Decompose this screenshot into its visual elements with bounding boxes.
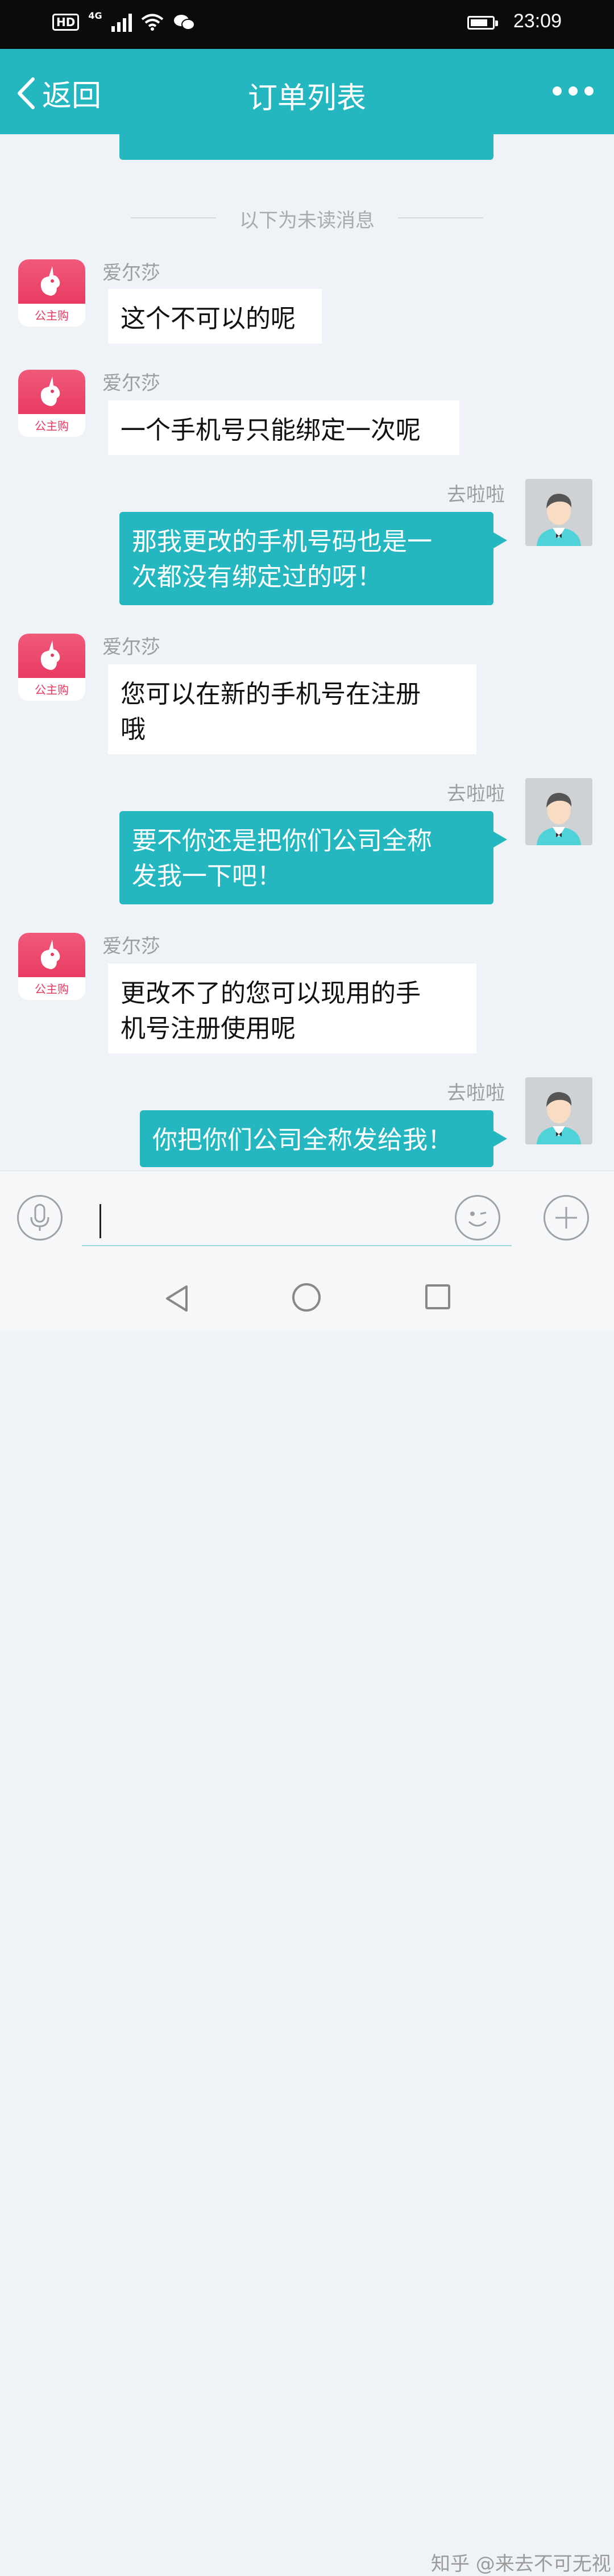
page-title: 订单列表 [247,81,366,115]
sender-name: 爱尔莎 [102,262,160,284]
more-actions-button[interactable] [544,1195,589,1241]
contact-avatar[interactable]: 公主购 [18,933,85,1000]
message-bubble[interactable]: 您可以在新的手机号在注册 哦 [108,664,476,754]
sender-name: 去啦啦 [447,1082,505,1105]
user-avatar-icon [525,479,592,546]
contact-avatar[interactable]: 公主购 [18,259,85,326]
user-avatar-icon [525,1077,592,1144]
text-cursor [99,1204,101,1238]
watermark: 知乎 @来去不可无视 [431,2553,611,2575]
unicorn-logo-icon [40,377,60,406]
sender-name: 去啦啦 [447,483,505,506]
message-bubble[interactable]: 这个不可以的呢 [108,289,322,344]
plus-icon [555,1207,577,1229]
microphone-icon [30,1204,49,1231]
voice-input-button[interactable] [17,1195,63,1241]
sender-name: 爱尔莎 [102,636,160,659]
more-options-button[interactable] [553,86,594,96]
emoji-button[interactable] [455,1195,500,1241]
unicorn-logo-icon [40,640,60,670]
nav-home-icon[interactable] [292,1283,321,1312]
nav-recents-icon[interactable] [425,1284,450,1309]
contact-avatar[interactable]: 公主购 [18,370,85,437]
system-nav-bar: 知乎 @来去不可无视 [0,1262,614,2575]
message-input[interactable] [82,1188,512,1246]
message-bubble[interactable]: 一个手机号只能绑定一次呢 [108,400,459,455]
contact-avatar[interactable]: 公主购 [18,634,85,701]
more-dots-icon [553,86,562,96]
nav-back-icon[interactable] [164,1284,190,1313]
sender-name: 去啦啦 [447,783,505,805]
user-avatar[interactable] [525,479,592,546]
user-avatar-icon [525,778,592,845]
smiley-icon [468,1211,487,1227]
top-app-bar: 返回 订单列表 [0,49,614,134]
message-input-bar [0,1171,614,1262]
user-avatar[interactable] [525,778,592,845]
message-bubble[interactable]: 你把你们公司全称发给我！ [140,1110,507,1167]
unicorn-logo-icon [40,266,60,296]
message-bubble[interactable]: 更改不了的您可以现用的手 机号注册使用呢 [108,964,476,1053]
user-avatar[interactable] [525,1077,592,1144]
unread-divider: 以下为未读消息 [131,205,483,232]
unicorn-logo-icon [40,940,60,969]
message-bubble[interactable]: 那我更改的手机号码也是一 次都没有绑定过的呀！ [119,512,507,605]
chat-area[interactable]: 我要改的是注册手机号码！ 以下为未读消息 公主购 爱尔莎 这个不可以的呢 公主购… [0,0,614,1171]
unread-divider-label: 以下为未读消息 [239,209,375,232]
sender-name: 爱尔莎 [102,935,160,958]
message-bubble[interactable]: 要不你还是把你们公司全称 发我一下吧！ [119,811,507,904]
sender-name: 爱尔莎 [102,372,160,395]
